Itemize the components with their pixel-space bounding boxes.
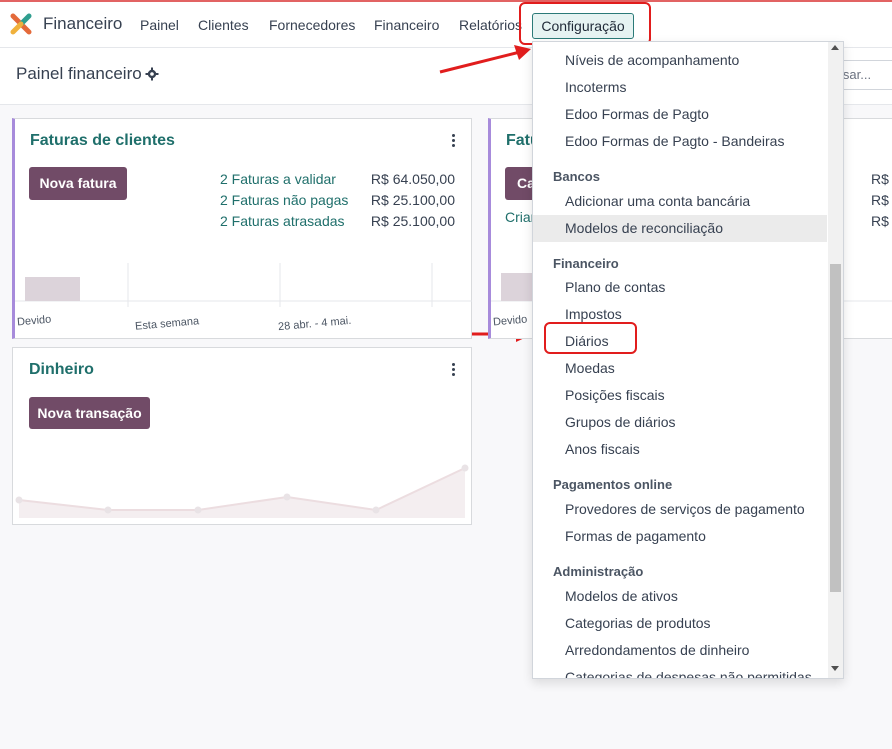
amount-fragment-2: R$ <box>871 192 889 208</box>
menu-item-add-bank-account[interactable]: Adicionar uma conta bancária <box>533 188 827 215</box>
axis-label-devido: Devido <box>492 313 528 329</box>
menu-item-payment-methods[interactable]: Formas de pagamento <box>533 523 827 550</box>
menu-item-follow-up-levels[interactable]: Níveis de acompanhamento <box>533 47 827 74</box>
scroll-down-icon[interactable] <box>831 666 839 671</box>
configuration-dropdown: Níveis de acompanhamento Incoterms Edoo … <box>532 41 844 679</box>
amount-to-validate: R$ 64.050,00 <box>370 171 455 187</box>
menu-item-currencies[interactable]: Moedas <box>533 355 827 382</box>
cash-line-chart <box>15 464 469 518</box>
card-title[interactable]: Faturas de clientes <box>30 132 175 150</box>
kebab-menu-icon[interactable] <box>452 363 456 378</box>
menu-financeiro[interactable]: Financeiro <box>374 17 439 33</box>
menu-item-asset-models[interactable]: Modelos de ativos <box>533 583 827 610</box>
app-name: Financeiro <box>43 14 123 33</box>
brand[interactable]: Financeiro <box>10 13 122 35</box>
menu-relatorios[interactable]: Relatórios <box>459 17 522 33</box>
search-placeholder-fragment: isar... <box>840 67 872 82</box>
menu-item-edoo-payment-flags[interactable]: Edoo Formas de Pagto - Bandeiras <box>533 128 827 155</box>
highlight-config-box <box>519 2 651 45</box>
card-customer-invoices: Faturas de clientes Nova fatura 2 Fatura… <box>12 118 472 339</box>
link-invoices-unpaid[interactable]: 2 Faturas não pagas <box>220 192 348 208</box>
scroll-thumb[interactable] <box>830 264 841 592</box>
link-invoices-to-validate[interactable]: 2 Faturas a validar <box>220 171 336 187</box>
menu-item-disallowed-expense-categories[interactable]: Categorias de despesas não permitidas <box>533 664 827 678</box>
section-header-financeiro: Financeiro <box>553 256 619 271</box>
menu-item-fiscal-years[interactable]: Anos fiscais <box>533 436 827 463</box>
app-logo-icon <box>10 13 32 35</box>
section-header-bancos: Bancos <box>553 169 600 184</box>
menu-item-product-categories[interactable]: Categorias de produtos <box>533 610 827 637</box>
section-header-online-payments: Pagamentos online <box>553 477 673 492</box>
amount-fragment-1: R$ <box>871 171 889 187</box>
link-invoices-overdue[interactable]: 2 Faturas atrasadas <box>220 213 345 229</box>
gear-icon[interactable] <box>145 67 159 81</box>
new-invoice-button[interactable]: Nova fatura <box>29 167 127 200</box>
red-arrow-to-config <box>439 45 531 74</box>
card-cash: Dinheiro Nova transação <box>12 347 472 525</box>
card-title[interactable]: Dinheiro <box>29 361 94 379</box>
menu-painel[interactable]: Painel <box>140 17 179 33</box>
scroll-up-icon[interactable] <box>831 45 839 50</box>
invoice-bar-chart <box>15 263 472 307</box>
kebab-menu-icon[interactable] <box>452 134 456 149</box>
dropdown-scrollbar[interactable] <box>828 42 843 678</box>
menu-clientes[interactable]: Clientes <box>198 17 249 33</box>
amount-unpaid: R$ 25.100,00 <box>370 192 455 208</box>
create-link[interactable]: Criar <box>505 209 535 225</box>
amount-fragment-3: R$ <box>871 213 889 229</box>
menu-item-reconciliation-models[interactable]: Modelos de reconciliação <box>533 215 827 242</box>
menu-item-incoterms[interactable]: Incoterms <box>533 74 827 101</box>
bar-devido <box>25 277 80 301</box>
menu-item-fiscal-positions[interactable]: Posições fiscais <box>533 382 827 409</box>
amount-overdue: R$ 25.100,00 <box>370 213 455 229</box>
menu-item-edoo-payment-forms[interactable]: Edoo Formas de Pagto <box>533 101 827 128</box>
menu-item-journal-groups[interactable]: Grupos de diários <box>533 409 827 436</box>
menu-fornecedores[interactable]: Fornecedores <box>269 17 355 33</box>
menu-item-chart-of-accounts[interactable]: Plano de contas <box>533 274 827 301</box>
menu-item-cash-roundings[interactable]: Arredondamentos de dinheiro <box>533 637 827 664</box>
page-title: Painel financeiro <box>16 64 142 83</box>
menu-item-payment-providers[interactable]: Provedores de serviços de pagamento <box>533 496 827 523</box>
section-header-administration: Administração <box>553 564 644 579</box>
new-transaction-button[interactable]: Nova transação <box>29 397 150 429</box>
highlight-diarios-box <box>544 322 637 354</box>
